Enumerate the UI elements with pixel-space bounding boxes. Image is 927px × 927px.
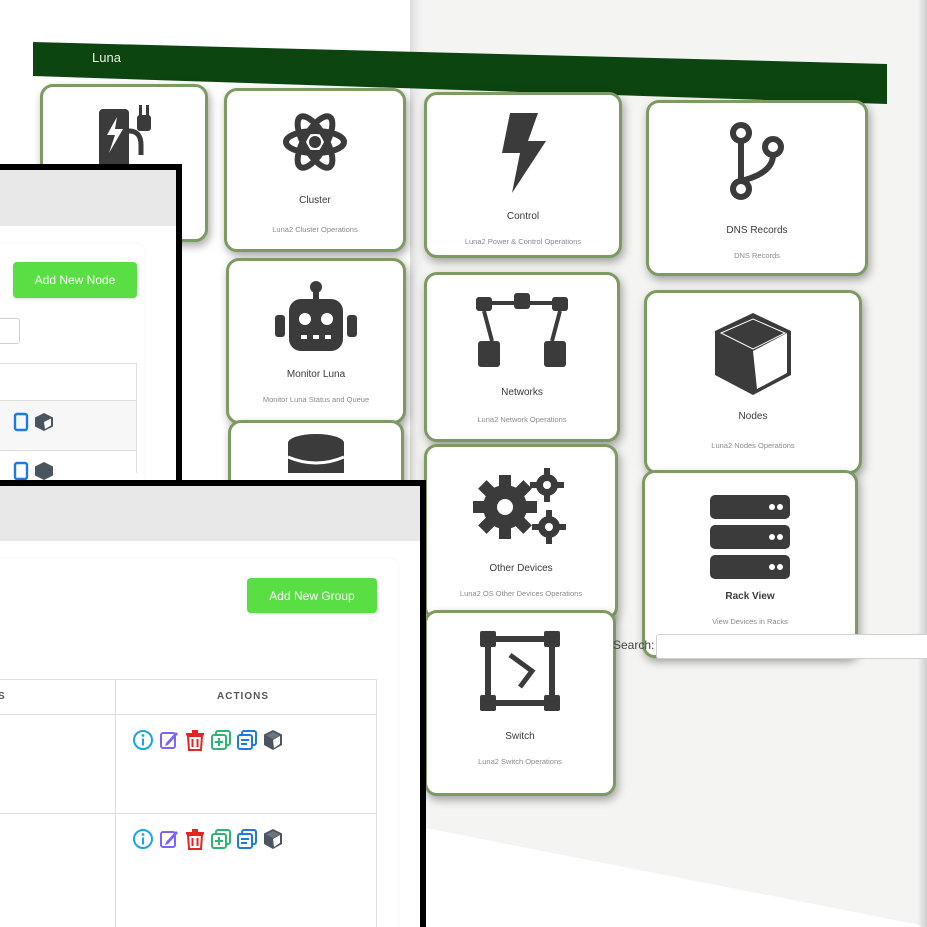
gears-icon — [427, 465, 615, 551]
nodes-table-border — [136, 363, 137, 473]
tile-title: Networks — [501, 387, 543, 398]
tile-title: DNS Records — [726, 225, 788, 236]
info-icon[interactable] — [132, 729, 154, 751]
node-row-actions — [12, 412, 54, 432]
bolt-icon — [427, 113, 619, 193]
tile-nodes[interactable]: Nodes Luna2 Nodes Operations — [644, 290, 862, 474]
tile-subtitle: DNS Records — [734, 251, 780, 260]
groups-table-border — [376, 679, 377, 927]
database-icon — [231, 433, 401, 473]
info-icon[interactable] — [132, 828, 154, 850]
group-row-actions — [132, 828, 284, 850]
power-plug-icon — [43, 101, 205, 171]
edit-icon[interactable] — [158, 729, 180, 751]
osimage-icon[interactable] — [34, 412, 54, 432]
robot-icon — [229, 279, 403, 359]
search-label: Search: — [613, 638, 655, 652]
rename-icon[interactable] — [236, 729, 258, 751]
tile-title: Nodes — [738, 411, 768, 422]
panel-right-edge — [917, 0, 927, 927]
delete-icon[interactable] — [184, 729, 206, 751]
tile-rack-view[interactable]: Rack View View Devices in Racks — [642, 470, 858, 658]
groups-table-col-divider — [115, 679, 116, 927]
osimage-icon[interactable] — [262, 828, 284, 850]
tile-subtitle: Luna2 Switch Operations — [478, 757, 562, 766]
code-branch-icon — [649, 121, 865, 201]
tile-title: Other Devices — [489, 563, 553, 574]
network-icon — [427, 293, 617, 371]
groups-window: Add New Group — [0, 480, 426, 927]
groups-table-border — [0, 714, 376, 715]
node-search-input[interactable] — [0, 318, 20, 344]
nodes-table-border — [0, 450, 137, 451]
rename-icon[interactable] — [236, 828, 258, 850]
tile-other-devices[interactable]: Other Devices Luna2 OS Other Devices Ope… — [424, 444, 618, 620]
window-topbar — [0, 170, 176, 226]
tile-networks[interactable]: Networks Luna2 Network Operations — [424, 272, 620, 442]
osimage-icon[interactable] — [262, 729, 284, 751]
add-new-node-button[interactable]: Add New Node — [13, 262, 137, 298]
tile-subtitle: Monitor Luna Status and Queue — [262, 395, 370, 404]
tile-subtitle: Luna2 Cluster Operations — [272, 225, 358, 234]
osimage-icon[interactable] — [34, 461, 54, 481]
group-search-input[interactable] — [656, 634, 927, 659]
tile-subtitle: View Devices in Racks — [712, 617, 788, 626]
node-row-actions — [12, 461, 54, 481]
tile-title: Cluster — [299, 195, 331, 206]
rename-icon[interactable] — [12, 412, 30, 432]
tile-cluster[interactable]: Cluster Luna2 Cluster Operations — [224, 88, 406, 252]
column-header-actions: ACTIONS — [217, 691, 269, 702]
atom-icon — [227, 109, 403, 175]
edit-icon[interactable] — [158, 828, 180, 850]
tile-subtitle: Luna2 Network Operations — [477, 415, 567, 424]
tile-subtitle: Luna2 OS Other Devices Operations — [459, 589, 583, 598]
cube-icon — [647, 311, 859, 397]
screenshot-stage: Luna Cluster Luna2 Cluster Operations Co… — [0, 0, 927, 927]
tile-dns[interactable]: DNS Records DNS Records — [646, 100, 868, 276]
window-topbar — [0, 486, 420, 541]
groups-table-border — [0, 813, 376, 814]
vector-square-icon — [427, 631, 613, 711]
clone-icon[interactable] — [210, 828, 232, 850]
tile-switch[interactable]: Switch Luna2 Switch Operations — [424, 610, 616, 796]
tile-subtitle: Luna2 Nodes Operations — [711, 441, 795, 450]
delete-icon[interactable] — [184, 828, 206, 850]
add-new-group-button[interactable]: Add New Group — [247, 578, 377, 613]
tile-monitor[interactable]: Monitor Luna Monitor Luna Status and Que… — [226, 258, 406, 424]
tile-control[interactable]: Control Luna2 Power & Control Operations — [424, 92, 622, 258]
server-icon — [645, 491, 855, 581]
tile-title: Rack View — [725, 591, 775, 602]
tile-subtitle: Luna2 Power & Control Operations — [464, 237, 582, 246]
tile-title: Switch — [505, 731, 535, 742]
group-row-actions — [132, 729, 284, 751]
clone-icon[interactable] — [210, 729, 232, 751]
tile-title: Monitor Luna — [286, 369, 346, 380]
column-header-partial: S — [0, 691, 6, 702]
luna-title: Luna — [92, 50, 121, 65]
nodes-table-border — [0, 400, 137, 401]
groups-table-border — [0, 679, 376, 680]
nodes-table-border — [0, 363, 137, 364]
rename-icon[interactable] — [12, 461, 30, 481]
tile-title: Control — [506, 211, 540, 222]
